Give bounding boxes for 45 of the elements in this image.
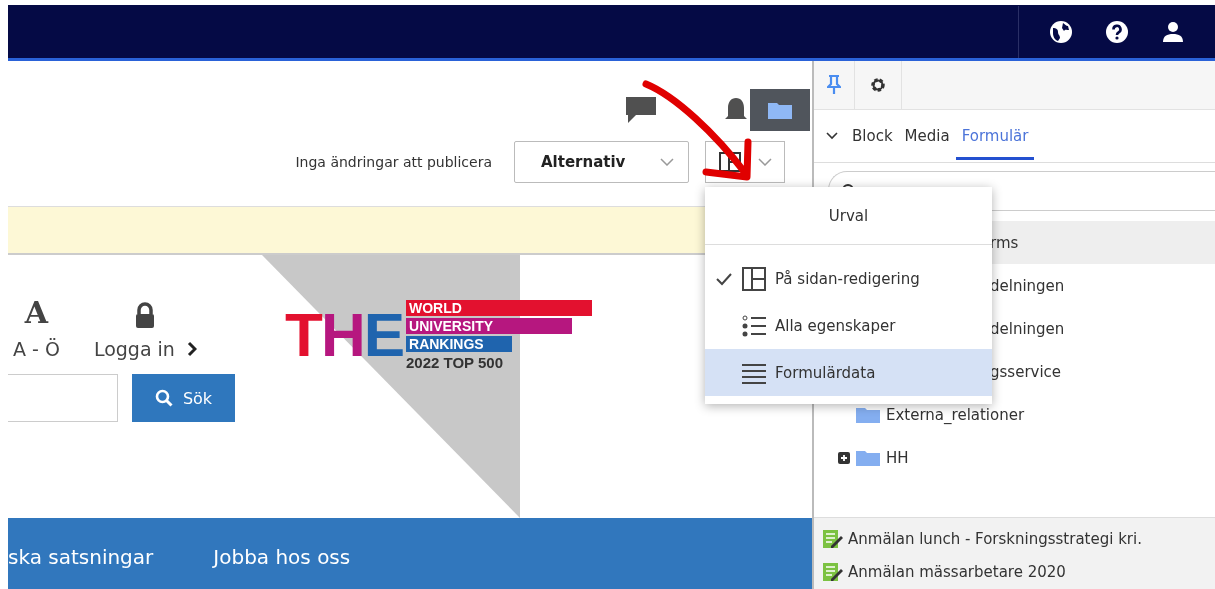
layout-icon	[741, 265, 767, 292]
menu-item[interactable]: Formulärdata	[705, 349, 992, 396]
folder-icon	[856, 449, 880, 466]
nav-link[interactable]: Jobba hos oss	[213, 544, 351, 569]
panel-tab[interactable]: Block	[846, 112, 899, 160]
nav-link[interactable]: ska satsningar	[8, 544, 154, 569]
rankings-label: WORLD	[406, 300, 592, 316]
rankings-label: UNIVERSITY	[406, 318, 572, 334]
chevron-icon	[660, 158, 674, 166]
settings-icon[interactable]	[869, 76, 887, 94]
folder-icon	[768, 101, 792, 119]
folder-icon	[856, 406, 880, 423]
search-field[interactable]	[8, 374, 118, 422]
search-icon	[154, 389, 173, 407]
publish-status: Inga ändringar att publicera	[295, 154, 492, 170]
expand-icon[interactable]	[838, 451, 850, 464]
layout-icon	[718, 151, 742, 173]
form-edit-icon	[822, 561, 844, 582]
chevron-icon	[758, 158, 772, 166]
chevron-right-icon	[186, 341, 197, 357]
pin-icon[interactable]	[827, 75, 841, 95]
list-icon	[741, 312, 767, 339]
user-icon[interactable]	[1161, 19, 1185, 44]
folder-button[interactable]	[750, 89, 810, 131]
menu-item[interactable]: Alla egenskaper	[705, 302, 992, 349]
a-z-link[interactable]: A A - Ö	[13, 295, 60, 360]
tree-item[interactable]: Externa_relationer	[814, 393, 1215, 436]
form-edit-icon	[822, 528, 844, 549]
collapse-chevron-icon[interactable]	[826, 132, 838, 140]
help-icon[interactable]	[1105, 19, 1129, 44]
comment-icon[interactable]	[624, 95, 658, 125]
form-item[interactable]: Anmälan lunch - Forskningsstrategi kri.	[822, 522, 1215, 555]
panel-tab[interactable]: Formulär	[955, 112, 1035, 160]
panel-tab[interactable]: Media	[898, 112, 956, 160]
rankings-logo-text: THE	[285, 300, 403, 370]
options-dropdown[interactable]: Alternativ	[514, 141, 689, 183]
form-item[interactable]: Anmälan mässarbetare 2020	[822, 555, 1215, 588]
globe-icon[interactable]	[1049, 19, 1073, 44]
search-button[interactable]: Sök	[132, 374, 235, 422]
lock-icon	[134, 302, 157, 330]
login-link[interactable]: Logga in	[93, 338, 175, 360]
rankings-subtitle: 2022 TOP 500	[406, 354, 505, 371]
lines-icon	[741, 361, 767, 384]
rankings-label: RANKINGS	[406, 336, 512, 352]
tree-item[interactable]: HH	[814, 436, 1215, 479]
